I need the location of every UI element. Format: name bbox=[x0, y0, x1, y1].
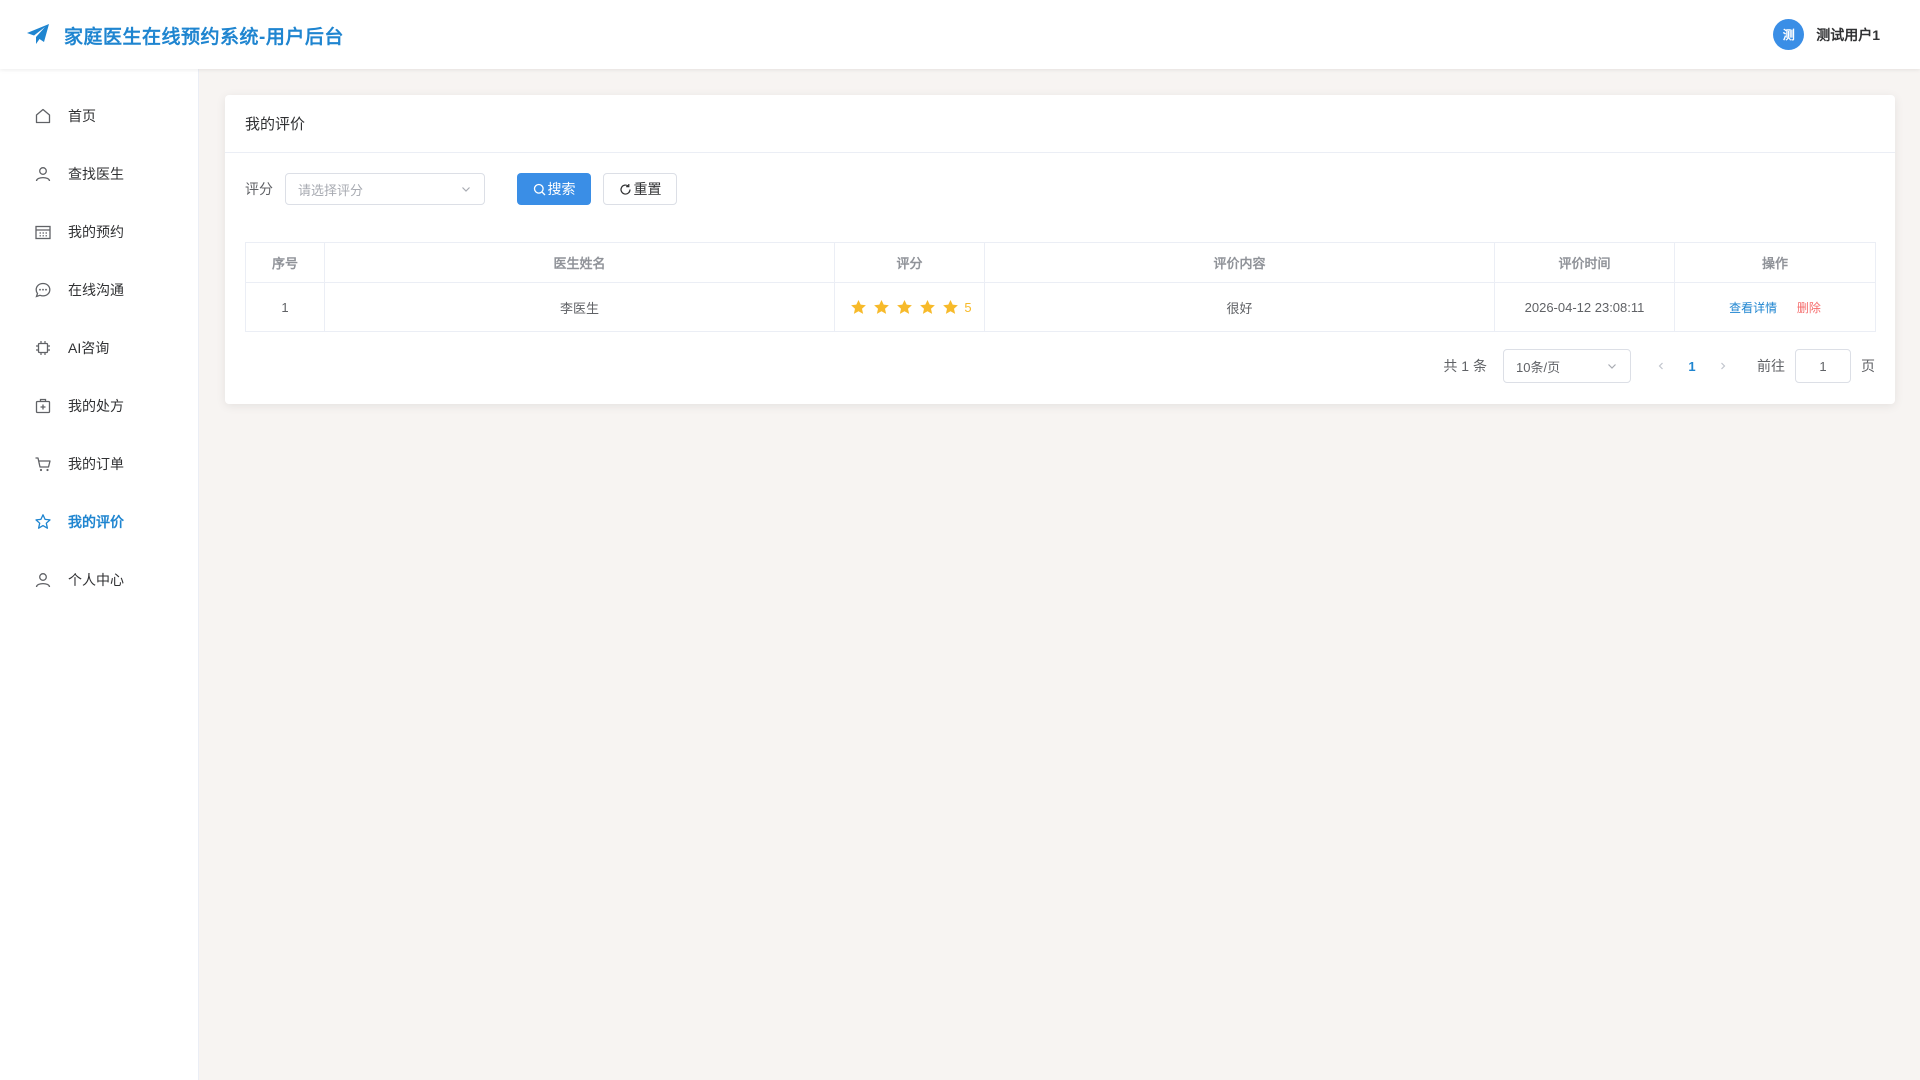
reset-button[interactable]: 重置 bbox=[603, 173, 677, 205]
avatar[interactable]: 测 bbox=[1773, 19, 1805, 50]
sidebar-item-ai-consult[interactable]: AI咨询 bbox=[0, 319, 199, 377]
view-details-link[interactable]: 查看详情 bbox=[1729, 301, 1777, 315]
chevron-left-icon bbox=[1658, 362, 1663, 370]
table-header-row: 序号 医生姓名 评分 评价内容 评价时间 操作 bbox=[245, 242, 1876, 283]
column-header: 医生姓名 bbox=[324, 242, 835, 283]
sidebar-item-appointments[interactable]: 我的预约 bbox=[0, 203, 199, 261]
user-name[interactable]: 测试用户1 bbox=[1816, 25, 1880, 45]
sidebar-item-profile[interactable]: 个人中心 bbox=[0, 551, 199, 609]
row-index: 1 bbox=[245, 282, 325, 332]
chat-icon bbox=[35, 282, 51, 298]
app-title: 家庭医生在线预约系统-用户后台 bbox=[64, 27, 344, 48]
sidebar-item-label: 我的预约 bbox=[68, 224, 124, 240]
goto-label: 前往 bbox=[1757, 358, 1785, 374]
cpu-icon bbox=[36, 341, 50, 355]
total-count: 共 1 条 bbox=[1443, 358, 1487, 374]
table-row: 1 李医生 5 很好 2026-04-12 23:08:11 查看详情 删除 bbox=[245, 282, 1876, 332]
select-placeholder: 请选择评分 bbox=[298, 182, 364, 198]
goto-page-input[interactable]: 1 bbox=[1795, 349, 1851, 383]
column-header: 评分 bbox=[834, 242, 985, 283]
search-button-label: 搜索 bbox=[547, 181, 576, 197]
star-filled-icon bbox=[897, 299, 913, 314]
rating-value: 5 bbox=[964, 299, 972, 315]
prev-page-button[interactable] bbox=[1647, 358, 1675, 374]
refresh-icon bbox=[619, 183, 631, 195]
page-unit-label: 页 bbox=[1861, 358, 1875, 374]
filter-label: 评分 bbox=[245, 181, 273, 197]
next-page-button[interactable] bbox=[1709, 358, 1737, 374]
filter-bar: 评分 请选择评分 搜索 重置 bbox=[245, 173, 677, 205]
calendar-icon bbox=[35, 225, 51, 240]
column-header: 评价内容 bbox=[984, 242, 1495, 283]
row-actions: 查看详情 删除 bbox=[1674, 282, 1876, 332]
star-filled-icon bbox=[851, 299, 867, 314]
reviews-table: 序号 医生姓名 评分 评价内容 评价时间 操作 1 李医生 5 很好 2026-… bbox=[245, 242, 1876, 332]
search-icon bbox=[533, 183, 545, 195]
sidebar-item-my-reviews[interactable]: 我的评价 bbox=[0, 493, 199, 551]
user-menu[interactable]: 测 测试用户1 bbox=[1773, 19, 1880, 50]
star-filled-icon bbox=[920, 299, 936, 314]
review-time: 2026-04-12 23:08:11 bbox=[1494, 282, 1675, 332]
pagination: 共 1 条 10条/页 1 前往 1 页 bbox=[1443, 349, 1875, 383]
reviews-card: 我的评价 评分 请选择评分 搜索 重置 序号 医生姓名 评分 评价内容 评价时间… bbox=[225, 95, 1895, 404]
page-size-select[interactable]: 10条/页 bbox=[1503, 349, 1631, 383]
reset-button-label: 重置 bbox=[633, 181, 662, 197]
column-header: 序号 bbox=[245, 242, 325, 283]
medical-box-icon bbox=[35, 398, 51, 414]
sidebar: 首页 查找医生 我的预约 在线沟通 AI咨询 我的处方 我的订单 我的评价 个人… bbox=[0, 69, 199, 1080]
column-header: 操作 bbox=[1674, 242, 1876, 283]
user-icon bbox=[35, 573, 51, 588]
chevron-down-icon bbox=[462, 187, 470, 192]
sidebar-item-home[interactable]: 首页 bbox=[0, 87, 199, 145]
star-filled-icon bbox=[943, 299, 959, 314]
cart-icon bbox=[35, 457, 51, 472]
sidebar-item-find-doctor[interactable]: 查找医生 bbox=[0, 145, 199, 203]
sidebar-item-label: 我的处方 bbox=[68, 398, 124, 414]
doctor-name: 李医生 bbox=[324, 282, 835, 332]
sidebar-item-prescriptions[interactable]: 我的处方 bbox=[0, 377, 199, 435]
user-icon bbox=[35, 167, 51, 182]
page-title: 我的评价 bbox=[225, 95, 1895, 153]
rating-select[interactable]: 请选择评分 bbox=[285, 173, 485, 205]
star-rating: 5 bbox=[835, 299, 984, 316]
sidebar-item-label: 查找医生 bbox=[68, 166, 124, 182]
review-content: 很好 bbox=[984, 282, 1495, 332]
sidebar-item-label: 在线沟通 bbox=[68, 282, 124, 298]
page-number-current[interactable]: 1 bbox=[1675, 359, 1709, 374]
sidebar-item-label: 我的评价 bbox=[68, 514, 124, 530]
sidebar-item-chat[interactable]: 在线沟通 bbox=[0, 261, 199, 319]
sidebar-item-label: 个人中心 bbox=[68, 572, 124, 588]
sidebar-item-label: 我的订单 bbox=[68, 456, 124, 472]
sidebar-item-label: 首页 bbox=[68, 108, 96, 124]
rating-cell: 5 bbox=[834, 282, 985, 332]
chevron-right-icon bbox=[1721, 362, 1726, 370]
column-header: 评价时间 bbox=[1494, 242, 1675, 283]
search-button[interactable]: 搜索 bbox=[517, 173, 591, 205]
star-filled-icon bbox=[874, 299, 890, 314]
page-size-value: 10条/页 bbox=[1516, 359, 1561, 375]
home-icon bbox=[35, 108, 51, 124]
delete-link[interactable]: 删除 bbox=[1797, 301, 1821, 315]
top-header: 家庭医生在线预约系统-用户后台 测 测试用户1 bbox=[0, 0, 1920, 69]
sidebar-item-label: AI咨询 bbox=[68, 340, 110, 356]
paper-plane-icon bbox=[27, 24, 49, 44]
sidebar-item-orders[interactable]: 我的订单 bbox=[0, 435, 199, 493]
star-icon bbox=[35, 514, 51, 529]
chevron-down-icon bbox=[1608, 364, 1616, 369]
